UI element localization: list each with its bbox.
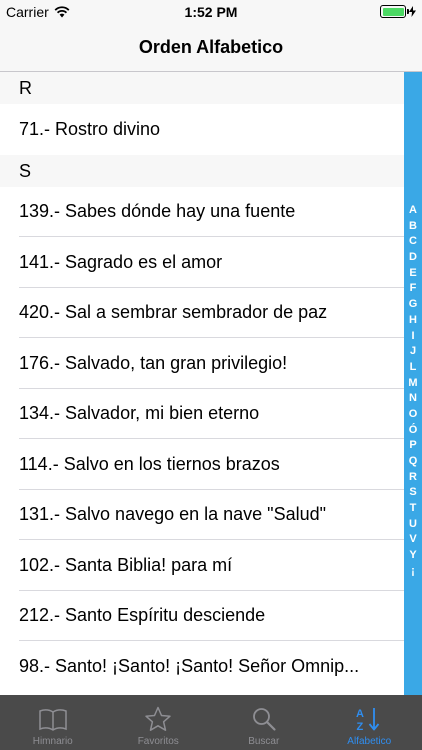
index-letter[interactable]: L	[410, 360, 417, 376]
list-item-label: 98.- Santo! ¡Santo! ¡Santo! Señor Omnip.…	[19, 655, 360, 676]
index-letter[interactable]: N	[409, 391, 417, 407]
tab-favoritos[interactable]: Favoritos	[106, 695, 212, 750]
tab-label: Favoritos	[137, 736, 179, 747]
list-item-label: 134.- Salvador, mi bien eterno	[19, 403, 260, 424]
list-item[interactable]: 212.- Santo Espíritu desciende	[0, 591, 404, 642]
index-letter[interactable]: T	[410, 501, 417, 517]
navigation-bar: Orden Alfabetico	[0, 24, 422, 72]
index-letter[interactable]: V	[409, 532, 416, 548]
list-item-label: 71.- Rostro divino	[19, 118, 161, 139]
charging-bolt-icon	[409, 6, 416, 17]
list-item[interactable]: 102.- Santa Biblia! para mí	[0, 540, 404, 591]
status-bar: Carrier 1:52 PM	[0, 0, 422, 24]
alphabetical-sort-icon: A Z	[356, 708, 380, 732]
tab-bar: Himnario Favoritos Buscar A Z Alfabetico	[0, 695, 422, 750]
index-letter[interactable]: R	[409, 470, 417, 486]
search-icon	[252, 708, 276, 731]
index-letter[interactable]: C	[409, 234, 417, 250]
index-letter[interactable]: I	[411, 329, 414, 345]
index-letter[interactable]: D	[409, 250, 417, 266]
list-item[interactable]: 98.- Santo! ¡Santo! ¡Santo! Señor Omnip.…	[0, 641, 404, 692]
index-letter[interactable]: F	[410, 281, 417, 297]
index-letter[interactable]: A	[409, 203, 417, 219]
list-item-label: 212.- Santo Espíritu desciende	[19, 605, 266, 626]
tab-label: Buscar	[248, 736, 280, 747]
hymn-list[interactable]: R 71.- Rostro divino S 139.- Sabes dónde…	[0, 72, 404, 695]
index-letter[interactable]: Q	[409, 454, 418, 470]
index-letter[interactable]: H	[409, 313, 417, 329]
index-letter[interactable]: B	[409, 219, 417, 235]
tab-label: Alfabetico	[347, 736, 392, 747]
list-item[interactable]: 141.- Sagrado es el amor	[0, 237, 404, 288]
tab-alfabetico[interactable]: A Z Alfabetico	[317, 695, 422, 750]
index-letter[interactable]: P	[409, 438, 416, 454]
tab-buscar[interactable]: Buscar	[211, 695, 317, 750]
index-letter[interactable]: G	[409, 297, 418, 313]
svg-text:A: A	[356, 708, 364, 720]
star-icon	[145, 706, 171, 731]
svg-text:Z: Z	[357, 721, 364, 732]
index-letter[interactable]: M	[408, 376, 417, 392]
section-header-r: R	[0, 72, 404, 104]
list-item-label: 102.- Santa Biblia! para mí	[19, 554, 233, 575]
clock: 1:52 PM	[184, 4, 238, 20]
tab-himnario[interactable]: Himnario	[0, 695, 106, 750]
list-item[interactable]: 176.- Salvado, tan gran privilegio!	[0, 338, 404, 389]
index-letter[interactable]: E	[409, 266, 416, 282]
section-header-s: S	[0, 154, 404, 187]
list-item-label: 141.- Sagrado es el amor	[19, 251, 223, 272]
index-letter[interactable]: Y	[409, 548, 416, 564]
battery-icon	[380, 5, 409, 18]
list-item[interactable]: 114.- Salvo en los tiernos brazos	[0, 439, 404, 490]
list-item[interactable]: 139.- Sabes dónde hay una fuente	[0, 187, 404, 238]
section-index-bar[interactable]: A B C D E F G H I J L M N O Ó P Q R S T …	[404, 72, 422, 695]
page-title: Orden Alfabetico	[138, 37, 284, 57]
section-index-letters[interactable]: A B C D E F G H I J L M N O Ó P Q R S T …	[404, 203, 422, 580]
battery-status	[380, 5, 416, 18]
list-item-label: 176.- Salvado, tan gran privilegio!	[19, 352, 288, 373]
list-item-label: 131.- Salvo navego en la nave "Salud"	[19, 504, 326, 525]
tab-label: Himnario	[32, 736, 73, 747]
list-item[interactable]: 71.- Rostro divino	[0, 104, 404, 155]
list-item-label: 420.- Sal a sembrar sembrador de paz	[19, 302, 328, 323]
index-letter[interactable]: O	[409, 407, 418, 423]
index-letter[interactable]: S	[409, 485, 416, 501]
list-item[interactable]: 420.- Sal a sembrar sembrador de paz	[0, 288, 404, 339]
index-letter[interactable]: ¡	[411, 564, 415, 580]
index-letter[interactable]: Ó	[409, 423, 418, 439]
book-icon	[39, 709, 67, 731]
list-item[interactable]: 134.- Salvador, mi bien eterno	[0, 389, 404, 440]
index-letter[interactable]: J	[410, 344, 416, 360]
list-item[interactable]: 131.- Salvo navego en la nave "Salud"	[0, 490, 404, 541]
list-item-label: 139.- Sabes dónde hay una fuente	[19, 201, 296, 222]
index-letter[interactable]: U	[409, 517, 417, 533]
list-item-label: 114.- Salvo en los tiernos brazos	[19, 453, 280, 474]
